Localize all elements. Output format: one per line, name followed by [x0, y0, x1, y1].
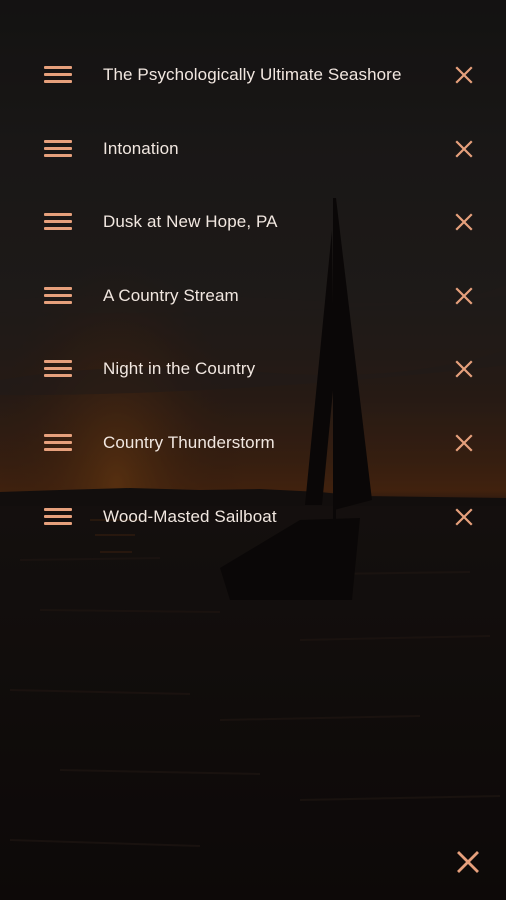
drag-handle-icon[interactable]: [44, 507, 72, 526]
list-item[interactable]: Intonation: [0, 112, 506, 186]
close-icon[interactable]: [452, 137, 476, 161]
track-title: Country Thunderstorm: [103, 432, 275, 452]
list-item[interactable]: Night in the Country: [0, 332, 506, 406]
track-title: A Country Stream: [103, 285, 239, 305]
close-icon[interactable]: [452, 357, 476, 381]
list-item[interactable]: Dusk at New Hope, PA: [0, 185, 506, 259]
close-icon[interactable]: [454, 848, 482, 876]
close-icon[interactable]: [452, 284, 476, 308]
track-title: Intonation: [103, 138, 179, 158]
drag-handle-icon[interactable]: [44, 360, 72, 378]
track-title: Dusk at New Hope, PA: [103, 212, 278, 232]
list-item[interactable]: A Country Stream: [0, 259, 506, 333]
close-icon[interactable]: [452, 431, 476, 455]
close-icon[interactable]: [452, 63, 476, 87]
close-icon[interactable]: [452, 505, 476, 529]
drag-handle-icon[interactable]: [44, 66, 72, 84]
close-icon[interactable]: [452, 210, 476, 234]
list-item[interactable]: Country Thunderstorm: [0, 406, 506, 480]
track-title: The Psychologically Ultimate Seashore: [103, 65, 402, 84]
playlist: The Psychologically Ultimate Seashore In…: [0, 38, 506, 553]
drag-handle-icon[interactable]: [44, 213, 72, 231]
drag-handle-icon[interactable]: [44, 139, 72, 158]
list-item[interactable]: The Psychologically Ultimate Seashore: [0, 38, 506, 112]
track-title: Night in the Country: [103, 359, 256, 379]
track-title: Wood-Masted Sailboat: [103, 506, 277, 526]
list-item[interactable]: Wood-Masted Sailboat: [0, 480, 506, 554]
drag-handle-icon[interactable]: [44, 433, 72, 452]
drag-handle-icon[interactable]: [44, 286, 72, 305]
